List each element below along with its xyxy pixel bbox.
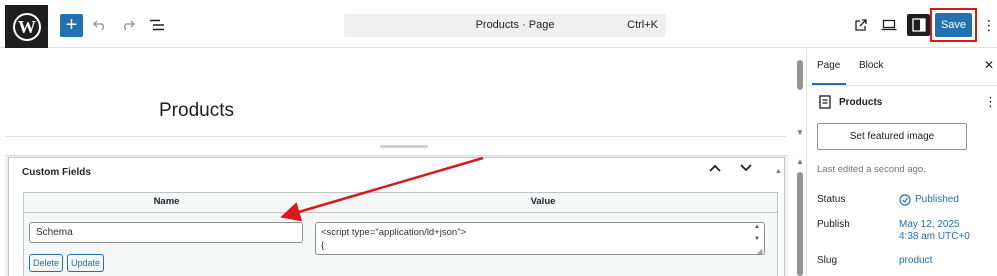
move-down-icon[interactable] <box>740 163 752 175</box>
redo-icon[interactable] <box>118 15 138 35</box>
metabox-resize-handle[interactable] <box>380 145 428 148</box>
table-divider <box>24 212 777 213</box>
keyboard-shortcut: Ctrl+K <box>627 19 658 31</box>
update-field-button[interactable]: Update <box>67 254 104 272</box>
command-palette-bar[interactable]: Products · Page Ctrl+K <box>344 14 666 37</box>
published-check-icon <box>899 193 911 206</box>
field-name-input[interactable]: Schema <box>29 222 303 243</box>
undo-icon[interactable] <box>90 15 110 35</box>
external-link-icon[interactable] <box>851 15 871 35</box>
list-view-icon[interactable] <box>147 15 167 35</box>
document-title-label: Products <box>839 97 883 108</box>
tab-page[interactable]: Page <box>817 60 840 71</box>
page-title[interactable]: Products <box>159 100 234 122</box>
metabox-scroll-up-icon[interactable]: ▲ <box>796 157 804 166</box>
sidebar-toggle-icon[interactable] <box>907 14 930 36</box>
save-button[interactable]: Save <box>935 13 972 37</box>
add-block-button[interactable]: + <box>60 14 83 37</box>
delete-field-button[interactable]: Delete <box>29 254 63 272</box>
status-label: Status <box>817 194 846 205</box>
canvas-scrollbar[interactable] <box>797 60 803 90</box>
publish-date[interactable]: May 12, 2025 <box>899 219 960 231</box>
slug-label: Slug <box>817 255 838 266</box>
value-line: <script type="application/ld+json"> <box>321 227 467 238</box>
textarea-resize-grip-icon[interactable]: ◢ <box>757 247 762 255</box>
document-icon <box>819 95 831 109</box>
collapse-toggle-icon[interactable]: ▲ <box>775 168 782 175</box>
move-up-icon[interactable] <box>709 163 721 175</box>
options-menu-button[interactable]: ⋮ <box>982 14 996 36</box>
textarea-scroll-up-icon[interactable]: ▲ <box>754 224 760 230</box>
tabs-divider <box>806 85 997 86</box>
custom-fields-title[interactable]: Custom Fields <box>22 167 91 178</box>
metabox-scrollbar[interactable] <box>797 172 803 276</box>
scroll-down-arrow-icon[interactable]: ▼ <box>796 128 804 137</box>
tab-block[interactable]: Block <box>859 60 883 71</box>
wordpress-icon[interactable]: W <box>5 5 48 48</box>
field-value-textarea[interactable]: <script type="application/ld+json"> { <box>315 222 765 255</box>
column-header-value: Value <box>530 196 556 207</box>
document-actions-button[interactable]: ⋮ <box>984 94 997 110</box>
close-icon[interactable]: ✕ <box>984 58 994 72</box>
column-header-name: Name <box>153 196 180 207</box>
slug-value[interactable]: product <box>899 255 932 267</box>
status-value[interactable]: Published <box>915 194 959 206</box>
canvas-divider <box>5 136 786 137</box>
last-edited-text: Last edited a second ago. <box>817 164 926 175</box>
svg-text:W: W <box>18 17 36 37</box>
set-featured-image-button[interactable]: Set featured image <box>817 123 967 150</box>
publish-time[interactable]: 4:38 am UTC+0 <box>899 231 970 243</box>
preview-icon[interactable] <box>879 15 899 35</box>
value-line: { <box>321 240 325 251</box>
textarea-scroll-down-icon[interactable]: ▼ <box>754 236 760 242</box>
publish-label: Publish <box>817 219 850 230</box>
